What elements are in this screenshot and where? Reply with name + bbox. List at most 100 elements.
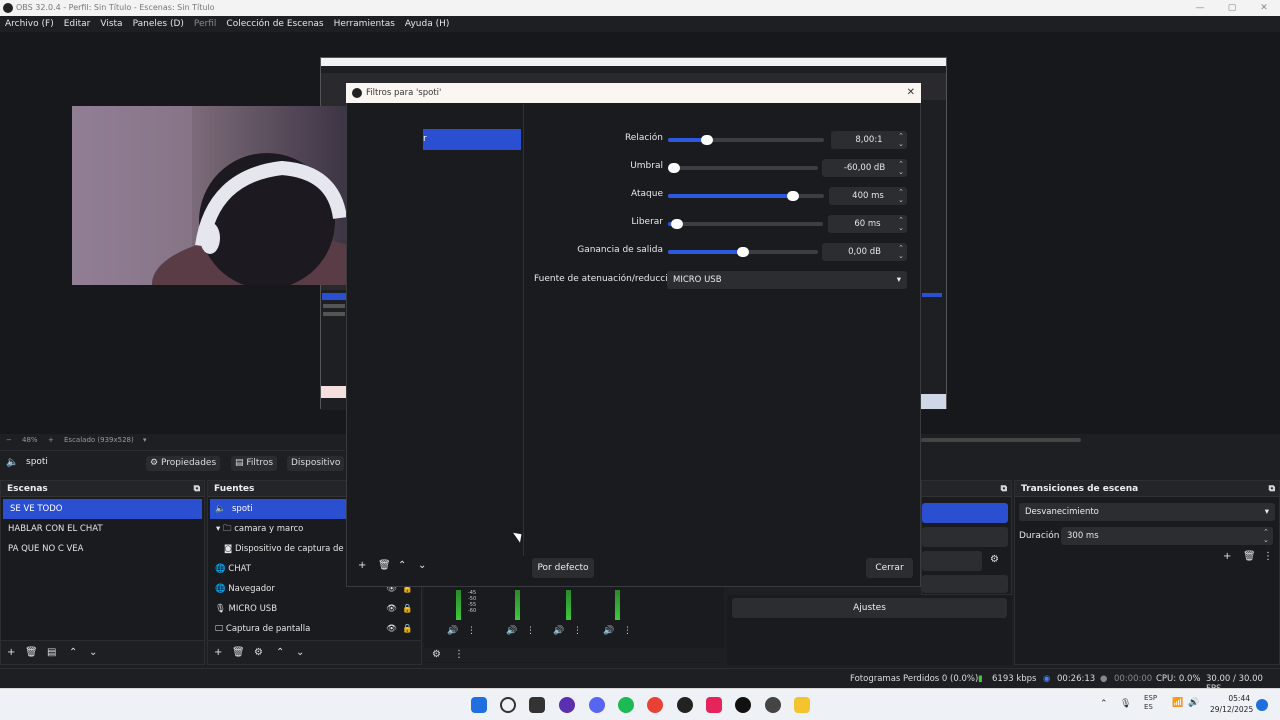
device-button[interactable]: Dispositivo	[287, 456, 345, 471]
move-up-icon[interactable]: ⌃	[276, 647, 284, 658]
sidechain-select[interactable]: MICRO USB ▾	[667, 271, 907, 289]
trash-icon[interactable]: 🗑	[25, 647, 38, 658]
spin-arrows-icon[interactable]: ⌃ ⌄	[1263, 528, 1271, 544]
close-dialog-button[interactable]: Cerrar	[866, 558, 913, 578]
ratio-slider[interactable]	[668, 135, 824, 145]
zoom-out-button[interactable]: −	[6, 434, 12, 446]
menu-herramientas[interactable]: Herramientas	[334, 19, 395, 29]
maximize-button[interactable]: ▢	[1216, 0, 1248, 16]
microphone-icon[interactable]: 🎙	[1120, 699, 1131, 709]
file-explorer-icon[interactable]	[794, 697, 810, 713]
add-icon[interactable]: +	[214, 647, 222, 658]
expand-arrow-icon[interactable]: ▾	[216, 524, 220, 534]
gear-icon[interactable]: ⚙	[254, 647, 263, 658]
language-indicator[interactable]: ESP ES	[1144, 694, 1157, 712]
close-icon[interactable]: ✕	[907, 83, 915, 103]
threshold-slider[interactable]	[668, 163, 818, 173]
discord-icon[interactable]	[589, 697, 605, 713]
capcut-icon[interactable]	[706, 697, 722, 713]
defaults-button[interactable]: Por defecto	[532, 558, 594, 578]
menu-archivo[interactable]: Archivo (F)	[5, 19, 54, 29]
notification-icon[interactable]	[1256, 699, 1268, 711]
attack-slider[interactable]	[668, 191, 824, 201]
release-input[interactable]: 60 ms ⌃ ⌄	[828, 215, 907, 233]
more-icon[interactable]: ⋮	[623, 626, 632, 636]
spotify-icon[interactable]	[618, 697, 634, 713]
move-up-icon[interactable]: ⌃	[398, 560, 406, 571]
undock-icon[interactable]: ⧉	[194, 481, 200, 497]
menu-vista[interactable]: Vista	[100, 19, 122, 29]
spin-arrows-icon[interactable]: ⌃ ⌄	[897, 132, 905, 148]
volume-icon[interactable]: 🔊	[506, 626, 517, 636]
clock[interactable]: 05:44 29/12/2025	[1210, 693, 1253, 715]
chevron-up-icon[interactable]: ⌃	[1100, 699, 1108, 709]
trash-icon[interactable]: 🗑	[232, 647, 245, 658]
slider-thumb[interactable]	[671, 219, 684, 229]
properties-button[interactable]: ⚙ Propiedades	[146, 456, 221, 471]
eye-icon[interactable]: 👁	[386, 619, 397, 639]
spin-arrows-icon[interactable]: ⌃ ⌄	[897, 160, 905, 176]
move-down-icon[interactable]: ⌄	[89, 647, 97, 658]
slider-thumb[interactable]	[701, 135, 713, 145]
spin-arrows-icon[interactable]: ⌃ ⌄	[897, 188, 905, 204]
zoom-in-button[interactable]: +	[48, 434, 54, 446]
trash-icon[interactable]: 🗑	[1243, 551, 1256, 562]
threshold-input[interactable]: -60,00 dB ⌃ ⌄	[822, 159, 907, 177]
recording-button[interactable]	[922, 527, 1008, 547]
ratio-input[interactable]: 8,00:1 ⌃ ⌄	[831, 131, 907, 149]
slider-thumb[interactable]	[668, 163, 680, 173]
source-item[interactable]: 🖵 Captura de pantalla 👁 🔒	[208, 619, 421, 639]
more-icon[interactable]: ⋮	[526, 626, 535, 636]
output-gain-input[interactable]: 0,00 dB ⌃ ⌄	[822, 243, 907, 261]
gear-icon[interactable]: ⚙	[432, 649, 441, 660]
menu-editar[interactable]: Editar	[64, 19, 91, 29]
eye-icon[interactable]: 👁	[386, 599, 397, 619]
chatgpt-icon[interactable]	[765, 697, 781, 713]
add-icon[interactable]: +	[7, 647, 15, 658]
replay-button[interactable]	[922, 551, 982, 571]
move-down-icon[interactable]: ⌄	[418, 560, 426, 571]
chevron-down-icon[interactable]: ▾	[143, 434, 147, 446]
release-slider[interactable]	[668, 219, 823, 229]
attack-input[interactable]: 400 ms ⌃ ⌄	[829, 187, 907, 205]
chrome-icon[interactable]	[647, 697, 663, 713]
search-icon[interactable]	[500, 697, 516, 713]
menu-paneles[interactable]: Paneles (D)	[133, 19, 184, 29]
volume-icon[interactable]: 🔊	[603, 626, 614, 636]
scene-item[interactable]: HABLAR CON EL CHAT	[1, 519, 204, 539]
network-icon[interactable]: 📶	[1172, 698, 1183, 708]
slider-thumb[interactable]	[786, 191, 799, 201]
menu-perfil[interactable]: Perfil	[194, 19, 217, 29]
spin-arrows-icon[interactable]: ⌃ ⌄	[897, 216, 905, 232]
lock-icon[interactable]: 🔒	[402, 619, 413, 639]
menu-ayuda[interactable]: Ayuda (H)	[405, 19, 449, 29]
spin-arrows-icon[interactable]: ⌃ ⌄	[897, 244, 905, 260]
volume-icon[interactable]: 🔊	[447, 626, 458, 636]
filter-item-compressor[interactable]: r	[423, 129, 521, 150]
source-item[interactable]: 🎙 MICRO USB 👁 🔒	[208, 599, 421, 619]
undock-icon[interactable]: ⧉	[922, 481, 1011, 497]
close-window-button[interactable]: ✕	[1248, 0, 1280, 16]
add-icon[interactable]: +	[358, 560, 366, 571]
filters-button[interactable]: ▤ Filtros	[231, 456, 278, 471]
more-icon[interactable]: ⋮	[467, 626, 476, 636]
volume-icon[interactable]: 🔊	[553, 626, 564, 636]
more-icon[interactable]: ⋮	[1263, 551, 1273, 562]
duration-input[interactable]: 300 ms ⌃ ⌄	[1061, 527, 1273, 545]
more-icon[interactable]: ⋮	[573, 626, 582, 636]
more-icon[interactable]: ⋮	[454, 649, 464, 660]
move-down-icon[interactable]: ⌄	[296, 647, 304, 658]
gear-icon[interactable]: ⚙	[990, 554, 999, 565]
studio-mode-button[interactable]	[922, 575, 1008, 593]
scene-item[interactable]: PA QUE NO C VEA	[1, 539, 204, 559]
output-gain-slider[interactable]	[668, 247, 818, 257]
slider-thumb[interactable]	[737, 247, 749, 257]
menu-coleccion-escenas[interactable]: Colección de Escenas	[226, 19, 323, 29]
move-up-icon[interactable]: ⌃	[69, 647, 77, 658]
minimize-button[interactable]: —	[1184, 0, 1216, 16]
obs-icon[interactable]	[677, 697, 693, 713]
add-icon[interactable]: +	[1223, 551, 1231, 562]
preview-scrollbar[interactable]	[921, 438, 1081, 442]
scene-item[interactable]: SE VE TODO	[3, 499, 202, 519]
filter-icon[interactable]: ▤	[47, 647, 56, 658]
